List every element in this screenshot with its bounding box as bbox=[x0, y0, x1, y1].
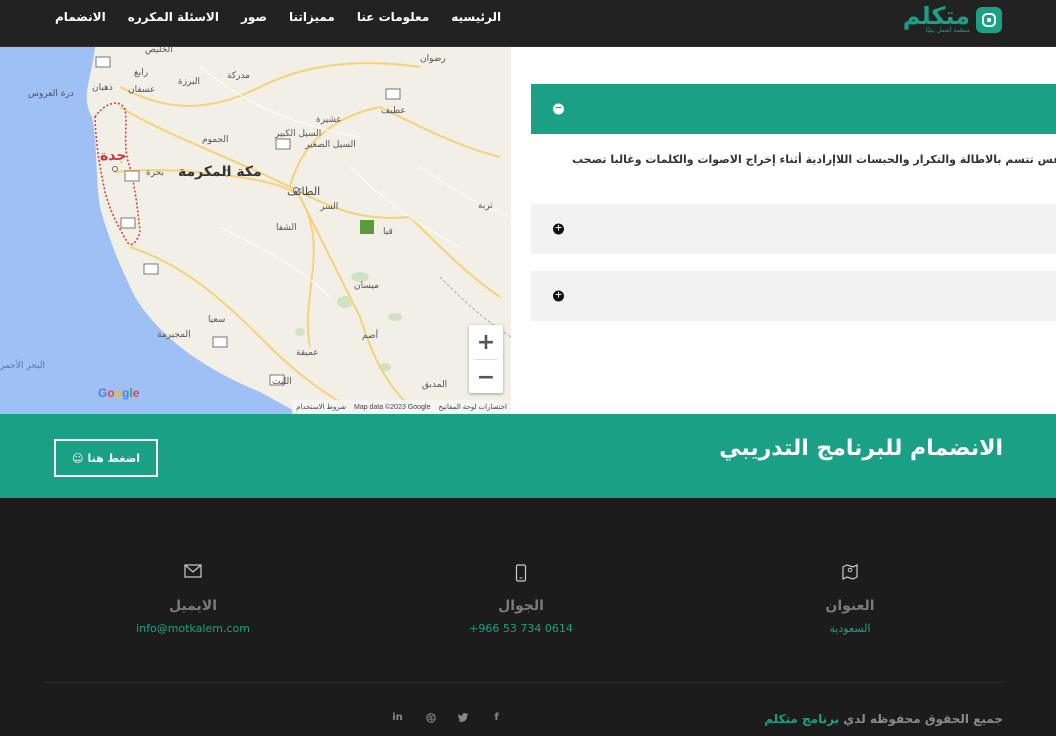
copyright-text: جميع الحقوق محفوظه لدي برنامج متكلم bbox=[764, 712, 1003, 726]
email-title: الايميل bbox=[168, 598, 218, 614]
map-label-makkah: مكة المكرمة bbox=[178, 164, 262, 180]
mobile-phone-icon bbox=[441, 564, 601, 584]
map-label-radwan: رضوان bbox=[420, 54, 446, 64]
join-banner-title: الانضمام للبرنامج التدريبي bbox=[719, 436, 1003, 461]
faq-item-3-header[interactable]: + bbox=[531, 271, 1056, 321]
map-label-saghir: السيل الصغير bbox=[305, 140, 356, 150]
facebook-icon[interactable]: f bbox=[491, 712, 502, 723]
twitter-icon[interactable] bbox=[458, 712, 469, 723]
footer-email: الايميل info@motkalem.com bbox=[113, 564, 273, 635]
faq-item-1-text: الحاجز للتنفس تتسم بالاطالة والتكرار وال… bbox=[572, 153, 1056, 166]
zoom-in-button[interactable]: + bbox=[469, 325, 503, 359]
faq-item-2-header[interactable]: + bbox=[531, 204, 1056, 254]
address-value: السعودية bbox=[829, 622, 871, 635]
footer-address: العنوان السعودية bbox=[770, 564, 930, 635]
map-label-sabya: سعيا bbox=[208, 315, 226, 325]
map-label-madiq: المدبق bbox=[422, 380, 448, 390]
map-label-dhahban: ذهبان bbox=[92, 83, 113, 93]
email-value[interactable]: info@motkalem.com bbox=[113, 622, 273, 635]
footer-phone: الجوال +966 53 734 0614 bbox=[441, 564, 601, 635]
footer-divider bbox=[42, 682, 1004, 683]
map-label-usfan: عسفان bbox=[128, 85, 156, 95]
map-label-jamoum: الجموم bbox=[202, 135, 229, 145]
map-label-afif: عطيف bbox=[381, 106, 406, 116]
map-label-sir: السر bbox=[320, 202, 339, 212]
map-label-rabigh: رابغ bbox=[134, 68, 149, 78]
copyright-brand-link[interactable]: برنامج متكلم bbox=[764, 712, 839, 726]
faq-accordion: − الحاجز للتنفس تتسم بالاطالة والتكرار و… bbox=[531, 84, 1056, 321]
site-header: الرئيسيه معلومات عنا مميزاتنا صور الاسئل… bbox=[0, 0, 1056, 47]
nav-home[interactable]: الرئيسيه bbox=[440, 8, 512, 26]
dribbble-icon[interactable] bbox=[425, 712, 436, 723]
nav-gallery[interactable]: صور bbox=[230, 8, 278, 26]
logo-icon bbox=[976, 7, 1002, 33]
faq-gap bbox=[531, 254, 1056, 271]
map-label-khulais: الخليص bbox=[145, 47, 173, 55]
join-button-label: اضغط هنا bbox=[87, 451, 140, 465]
map-zoom-control: + − bbox=[469, 325, 503, 393]
site-footer: العنوان السعودية الجوال +966 53 734 0614… bbox=[0, 498, 1056, 736]
phone-title: الجوال bbox=[498, 598, 544, 614]
faq-item-1-header[interactable]: − bbox=[531, 84, 1056, 134]
google-map[interactable]: مكة المكرمة جدة الطائف بحرة رابغ عسفان ذ… bbox=[0, 47, 511, 414]
join-click-here-button[interactable]: اضغط هنا ☺ bbox=[54, 439, 158, 477]
map-label-qaba: قبا bbox=[383, 227, 393, 237]
logo-tagline: منظمة أشمل بيئيّا bbox=[925, 27, 970, 34]
map-label-turba: تربة bbox=[478, 201, 493, 211]
copyright-prefix: جميع الحقوق محفوظه لدي bbox=[843, 712, 1003, 726]
social-links: in f bbox=[392, 712, 502, 723]
map-label-muzayliqa: المجيرمة bbox=[157, 330, 191, 340]
plus-circle-icon: + bbox=[553, 290, 564, 302]
plus-circle-icon: + bbox=[553, 223, 564, 235]
main-nav: الرئيسيه معلومات عنا مميزاتنا صور الاسئل… bbox=[44, 8, 512, 26]
map-terms-link[interactable]: شروط الاستخدام bbox=[296, 403, 346, 411]
map-label-bahra: بحرة bbox=[146, 168, 164, 178]
logo-wordmark: متكلم bbox=[902, 2, 970, 30]
site-logo[interactable]: متكلم منظمة أشمل بيئيّا bbox=[902, 2, 1002, 35]
map-label-taif: الطائف bbox=[287, 185, 321, 198]
nav-faq[interactable]: الاسئلة المكرره bbox=[117, 8, 230, 26]
map-label-amiqa: عميقة bbox=[296, 348, 319, 358]
map-label-ashira: عشيرة bbox=[316, 115, 342, 125]
map-label-maysan: ميسان bbox=[354, 281, 379, 291]
map-attribution: شروط الاستخدام Map data ©2023 Google اخت… bbox=[292, 400, 511, 414]
map-label-laith: الليث bbox=[272, 377, 292, 387]
smile-icon: ☺ bbox=[72, 451, 84, 465]
map-shortcuts-link[interactable]: اختصارات لوحة المفاتيح bbox=[438, 403, 507, 411]
envelope-icon bbox=[113, 564, 273, 584]
zoom-out-button[interactable]: − bbox=[469, 360, 503, 394]
map-label-jeddah: جدة bbox=[100, 148, 127, 164]
map-icon bbox=[770, 564, 930, 584]
logo-text: متكلم منظمة أشمل بيئيّا bbox=[902, 2, 970, 35]
google-logo[interactable]: Google bbox=[98, 386, 139, 400]
map-label-mudrika: مدركة bbox=[227, 71, 251, 81]
map-label-sea: البحر الأحمر bbox=[0, 361, 45, 371]
map-data-credit: Map data ©2023 Google bbox=[354, 403, 431, 411]
nav-about[interactable]: معلومات عنا bbox=[346, 8, 440, 26]
phone-value[interactable]: +966 53 734 0614 bbox=[441, 622, 601, 635]
page: الرئيسيه معلومات عنا مميزاتنا صور الاسئل… bbox=[0, 0, 1056, 736]
nav-join[interactable]: الانضمام bbox=[44, 8, 117, 26]
address-title: العنوان bbox=[825, 598, 875, 614]
linkedin-icon[interactable]: in bbox=[392, 712, 403, 723]
map-tiles bbox=[0, 47, 511, 414]
join-banner: الانضمام للبرنامج التدريبي اضغط هنا ☺ bbox=[0, 414, 1056, 498]
minus-circle-icon: − bbox=[553, 103, 564, 115]
map-label-durrat: درة العروس bbox=[28, 89, 74, 99]
map-label-shifa: الشفا bbox=[276, 223, 297, 233]
map-label-barza: البرزة bbox=[178, 77, 200, 87]
nav-features[interactable]: مميزاتنا bbox=[278, 8, 346, 26]
map-label-adam: أضم bbox=[362, 331, 379, 341]
map-label-kamil: السيل الكبير bbox=[275, 129, 322, 139]
faq-item-1-body: الحاجز للتنفس تتسم بالاطالة والتكرار وال… bbox=[531, 134, 1056, 204]
